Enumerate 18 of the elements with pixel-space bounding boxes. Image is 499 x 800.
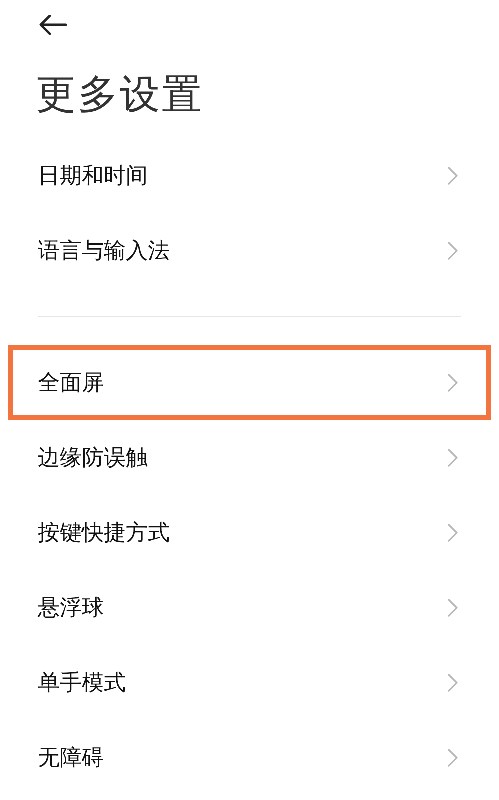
settings-item[interactable]: 无障碍: [8, 720, 491, 795]
chevron-icon: [448, 166, 458, 184]
settings-item[interactable]: 单手模式: [8, 645, 491, 720]
settings-item[interactable]: 全面屏: [8, 345, 491, 420]
back-icon[interactable]: [39, 15, 67, 35]
chevron-icon: [448, 374, 458, 392]
page-title: 更多设置: [35, 70, 205, 120]
settings-item[interactable]: 按键快捷方式: [8, 495, 491, 570]
chevron-icon: [448, 524, 458, 542]
chevron-icon: [448, 598, 458, 616]
settings-item[interactable]: 悬浮球: [8, 570, 491, 645]
chevron-icon: [448, 748, 458, 766]
settings-item[interactable]: 边缘防误触: [8, 420, 491, 495]
settings-item[interactable]: 语言与输入法: [8, 213, 491, 288]
chevron-icon: [448, 448, 458, 466]
settings-item[interactable]: 日期和时间: [8, 138, 491, 213]
chevron-icon: [448, 242, 458, 260]
chevron-icon: [448, 674, 458, 692]
